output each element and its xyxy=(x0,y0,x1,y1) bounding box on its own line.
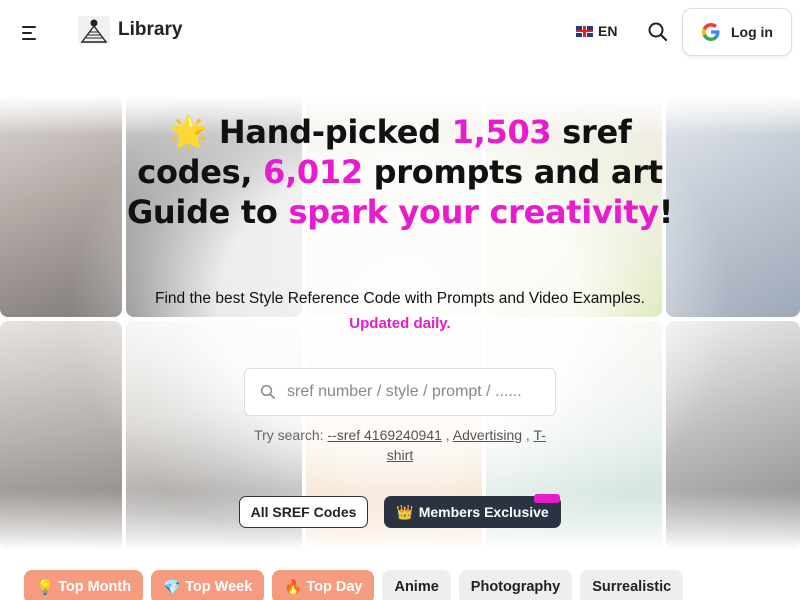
all-sref-codes-button[interactable]: All SREF Codes xyxy=(239,496,368,528)
new-badge xyxy=(534,494,560,503)
hamburger-menu-icon[interactable] xyxy=(22,20,48,46)
uk-flag-icon xyxy=(576,25,593,37)
suggestion-link[interactable]: Advertising xyxy=(453,427,522,443)
headline-part: 🌟 Hand-picked xyxy=(168,113,452,151)
login-label: Log in xyxy=(731,24,773,40)
search-bar[interactable] xyxy=(244,368,556,416)
logo-icon xyxy=(78,16,110,44)
language-switcher[interactable]: EN xyxy=(576,23,617,39)
headline-part: ! xyxy=(658,193,674,231)
chip-photography[interactable]: Photography xyxy=(458,570,573,600)
chip-anime[interactable]: Anime xyxy=(382,570,451,600)
sref-count: 1,503 xyxy=(451,113,552,151)
search-input[interactable] xyxy=(287,383,547,401)
try-search: Try search: --sref 4169240941 , Advertis… xyxy=(254,427,546,463)
hero-headline: 🌟 Hand-picked 1,503 sref codes, 6,012 pr… xyxy=(110,112,690,232)
suggestion-link[interactable]: --sref 4169240941 xyxy=(327,427,441,443)
logo-text: Library xyxy=(118,19,183,40)
google-icon xyxy=(702,23,720,41)
search-icon[interactable] xyxy=(646,20,670,44)
chip-label: Top Week xyxy=(185,579,253,595)
chip-label: Top Day xyxy=(306,579,363,595)
language-label: EN xyxy=(598,23,618,39)
chip-label: Top Month xyxy=(58,579,132,595)
login-button[interactable]: Log in xyxy=(682,8,792,56)
try-search-label: Try search: xyxy=(254,427,324,443)
chip-top-month[interactable]: 💡 Top Month xyxy=(24,570,144,600)
site-logo[interactable]: Library xyxy=(78,16,182,44)
top-navbar: Library EN Log in xyxy=(0,0,800,66)
headline-accent: spark your creativity xyxy=(288,193,659,231)
category-chips: 💡 Top Month 💎 Top Week 🔥 Top Day Anime P… xyxy=(24,570,684,600)
lightbulb-icon: 💡 xyxy=(36,579,55,596)
gem-icon: 💎 xyxy=(163,579,182,596)
updated-note: Updated daily. xyxy=(349,315,451,332)
search-icon xyxy=(260,384,275,399)
chip-surrealistic[interactable]: Surrealistic xyxy=(580,570,684,600)
crown-icon: 👑 xyxy=(396,503,414,520)
prompt-count: 6,012 xyxy=(263,153,363,191)
fire-icon: 🔥 xyxy=(284,579,303,596)
hero-subtitle: Find the best Style Reference Code with … xyxy=(155,290,645,307)
chip-top-week[interactable]: 💎 Top Week xyxy=(151,570,265,600)
chip-top-day[interactable]: 🔥 Top Day xyxy=(272,570,375,600)
members-exclusive-label: Members Exclusive xyxy=(418,504,549,520)
